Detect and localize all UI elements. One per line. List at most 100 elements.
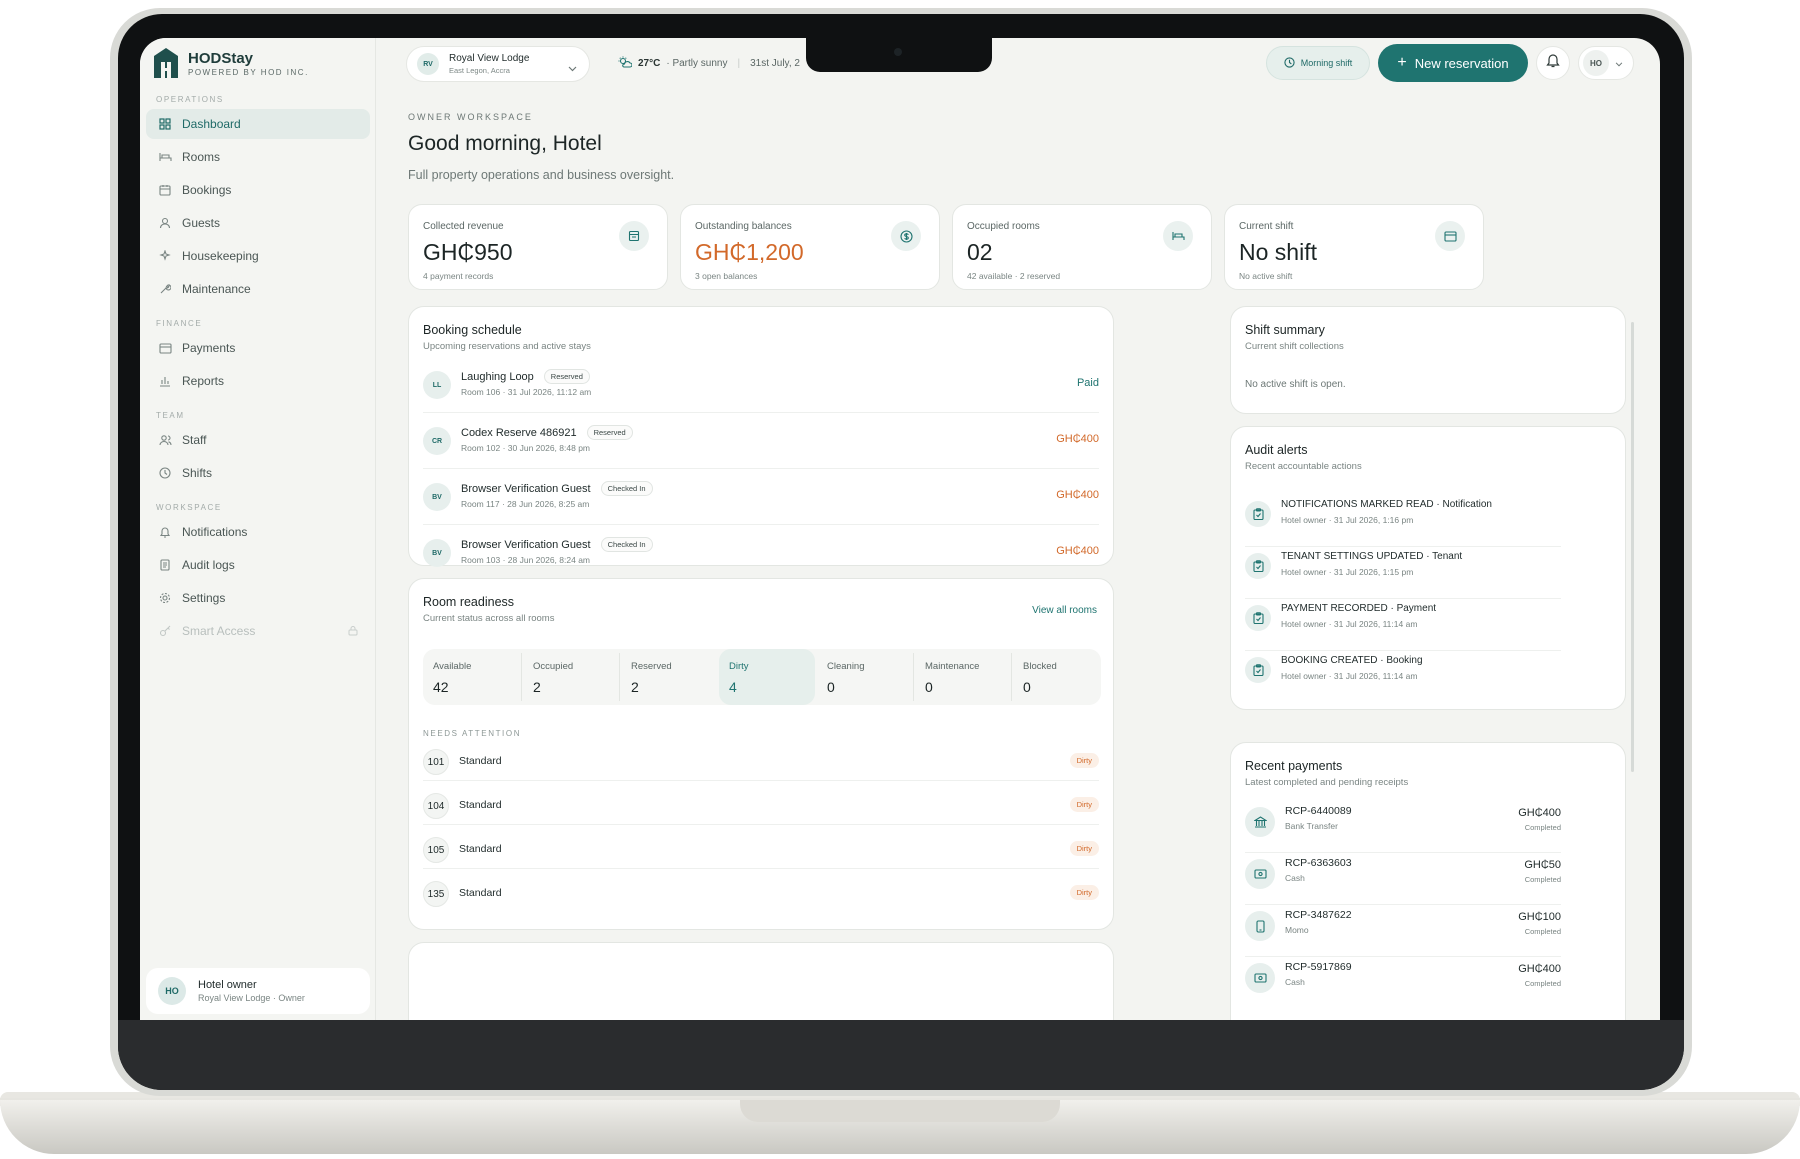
stat-card-collected-revenue[interactable]: Collected revenue GH₵950 4 payment recor… [408, 204, 668, 290]
stat-card-outstanding-balances[interactable]: Outstanding balances GH₵1,200 3 open bal… [680, 204, 940, 290]
attention-room-row[interactable]: 135 Standard Dirty [423, 875, 1099, 913]
laptop-chin [118, 1020, 1684, 1090]
status-blocked[interactable]: Blocked 0 [1013, 649, 1109, 705]
clock-icon [158, 466, 172, 480]
stat-card-current-shift[interactable]: Current shift No shift No active shift [1224, 204, 1484, 290]
card-title: Audit alerts [1245, 443, 1308, 457]
view-all-rooms-link[interactable]: View all rooms [1032, 605, 1097, 616]
status-maintenance[interactable]: Maintenance 0 [915, 649, 1011, 705]
sidebar-item-smart-access[interactable]: Smart Access [146, 616, 370, 646]
status-count: 2 [533, 679, 541, 695]
audit-alert-row[interactable]: TENANT SETTINGS UPDATED · Tenant Hotel o… [1245, 547, 1561, 599]
sidebar-item-guests[interactable]: Guests [146, 208, 370, 238]
workspace-eyebrow: OWNER WORKSPACE [408, 112, 533, 122]
sidebar-item-label: Notifications [182, 525, 248, 539]
sidebar-item-rooms[interactable]: Rooms [146, 142, 370, 172]
brand-tagline: POWERED BY HOD INC. [188, 67, 309, 77]
stat-label: Occupied rooms [967, 221, 1040, 232]
notifications-button[interactable] [1536, 46, 1570, 80]
status-label: Available [433, 661, 472, 672]
account-menu[interactable]: HO [1578, 46, 1634, 80]
current-date: 31st July, 2 [750, 58, 800, 69]
booking-row[interactable]: CR Codex Reserve 486921 Reserved Room 102… [423, 421, 1099, 469]
brand[interactable]: HODStay POWERED BY HOD INC. [152, 46, 309, 80]
booking-row[interactable]: LL Laughing Loop Reserved Room 106 · 31 J… [423, 365, 1099, 413]
sidebar-item-label: Shifts [182, 466, 213, 480]
camera-notch [806, 38, 992, 72]
booking-detail: Room 103 · 28 Jun 2026, 8:24 am [461, 555, 590, 565]
payment-method: Momo [1285, 925, 1309, 935]
sidebar-item-shifts[interactable]: Shifts [146, 458, 370, 488]
divider [1011, 653, 1012, 701]
shift-summary-card: Shift summary Current shift collections … [1230, 306, 1626, 414]
status-occupied[interactable]: Occupied 2 [523, 649, 619, 705]
log-icon [158, 558, 172, 572]
user-icon [158, 216, 172, 230]
stat-card-occupied-rooms[interactable]: Occupied rooms 02 42 available · 2 reser… [952, 204, 1212, 290]
status-reserved[interactable]: Reserved 2 [621, 649, 717, 705]
booking-detail: Room 117 · 28 Jun 2026, 8:25 am [461, 499, 590, 509]
sidebar-item-label: Payments [182, 341, 236, 355]
sidebar-item-bookings[interactable]: Bookings [146, 175, 370, 205]
booking-amount: GH₵400 [1056, 489, 1099, 501]
sidebar-item-housekeeping[interactable]: Housekeeping [146, 241, 370, 271]
attention-room-row[interactable]: 101 Standard Dirty [423, 743, 1099, 781]
sidebar-item-label: Settings [182, 591, 226, 605]
alert-title: NOTIFICATIONS MARKED READ · Notification [1281, 499, 1492, 510]
payment-row[interactable]: RCP-6440089 Bank Transfer GH₵400 Complet… [1245, 801, 1561, 853]
status-dirty[interactable]: Dirty 4 [719, 649, 815, 705]
page-subtitle: Full property operations and business ov… [408, 168, 675, 182]
guest-name: Browser Verification Guest [461, 482, 591, 495]
stat-label: Current shift [1239, 221, 1294, 232]
cash-icon [1245, 963, 1275, 993]
wrench-icon [158, 282, 172, 296]
sidebar-item-audit-logs[interactable]: Audit logs [146, 550, 370, 580]
sidebar-item-maintenance[interactable]: Maintenance [146, 274, 370, 304]
status-badge: Dirty [1069, 841, 1099, 856]
right-column-scrollbar[interactable] [1631, 322, 1634, 772]
sidebar-item-reports[interactable]: Reports [146, 366, 370, 396]
audit-alert-row[interactable]: PAYMENT RECORDED · Payment Hotel owner ·… [1245, 599, 1561, 651]
audit-alert-row[interactable]: BOOKING CREATED · Booking Hotel owner · … [1245, 651, 1561, 703]
status-badge: Dirty [1069, 797, 1099, 812]
hodstay-logo-icon [154, 48, 178, 78]
clock-icon [1284, 56, 1295, 70]
stat-sub: 42 available · 2 reserved [967, 271, 1061, 281]
receipt-id: RCP-5917869 [1285, 961, 1352, 973]
clipboard-icon [1245, 657, 1271, 683]
payment-row[interactable]: RCP-6363603 Cash GH₵50 Completed [1245, 853, 1561, 905]
shift-indicator[interactable]: Morning shift [1266, 46, 1370, 80]
bell-icon [1546, 53, 1560, 73]
payment-amount: GH₵400 [1518, 807, 1561, 819]
sidebar-item-label: Bookings [182, 183, 232, 197]
booking-row[interactable]: BV Browser Verification Guest Checked In … [423, 533, 1099, 581]
status-available[interactable]: Available 42 [423, 649, 519, 705]
weather-temp: 27°C [638, 58, 661, 69]
bank-icon [1245, 807, 1275, 837]
user-card[interactable]: HO Hotel owner Royal View Lodge · Owner [146, 968, 370, 1014]
attention-room-row[interactable]: 104 Standard Dirty [423, 787, 1099, 825]
sidebar-item-staff[interactable]: Staff [146, 425, 370, 455]
sidebar-item-dashboard[interactable]: Dashboard [146, 109, 370, 139]
card-subtitle: Current status across all rooms [423, 613, 555, 624]
sidebar-item-notifications[interactable]: Notifications [146, 517, 370, 547]
sidebar-item-label: Smart Access [182, 624, 256, 638]
booking-schedule-card: Booking schedule Upcoming reservations a… [408, 306, 1114, 567]
card-title: Room readiness [423, 595, 515, 609]
brand-name: HODStay [188, 49, 254, 67]
sidebar-item-payments[interactable]: Payments [146, 333, 370, 363]
audit-alert-row[interactable]: NOTIFICATIONS MARKED READ · Notification… [1245, 495, 1561, 547]
property-selector[interactable]: RV Royal View Lodge East Legon, Accra [406, 46, 590, 82]
new-reservation-button[interactable]: + New reservation [1378, 44, 1528, 82]
status-cleaning[interactable]: Cleaning 0 [817, 649, 913, 705]
chevron-down-icon [568, 59, 577, 77]
stat-sub: No active shift [1239, 271, 1293, 281]
payment-row[interactable]: RCP-5917869 Cash GH₵400 Completed [1245, 957, 1561, 1009]
cash-icon [1245, 859, 1275, 889]
attention-room-row[interactable]: 105 Standard Dirty [423, 831, 1099, 869]
payment-row[interactable]: RCP-3487622 Momo GH₵100 Completed [1245, 905, 1561, 957]
booking-row[interactable]: BV Browser Verification Guest Checked In … [423, 477, 1099, 525]
grid-icon [158, 117, 172, 131]
sidebar-item-settings[interactable]: Settings [146, 583, 370, 613]
new-reservation-label: New reservation [1414, 55, 1509, 71]
